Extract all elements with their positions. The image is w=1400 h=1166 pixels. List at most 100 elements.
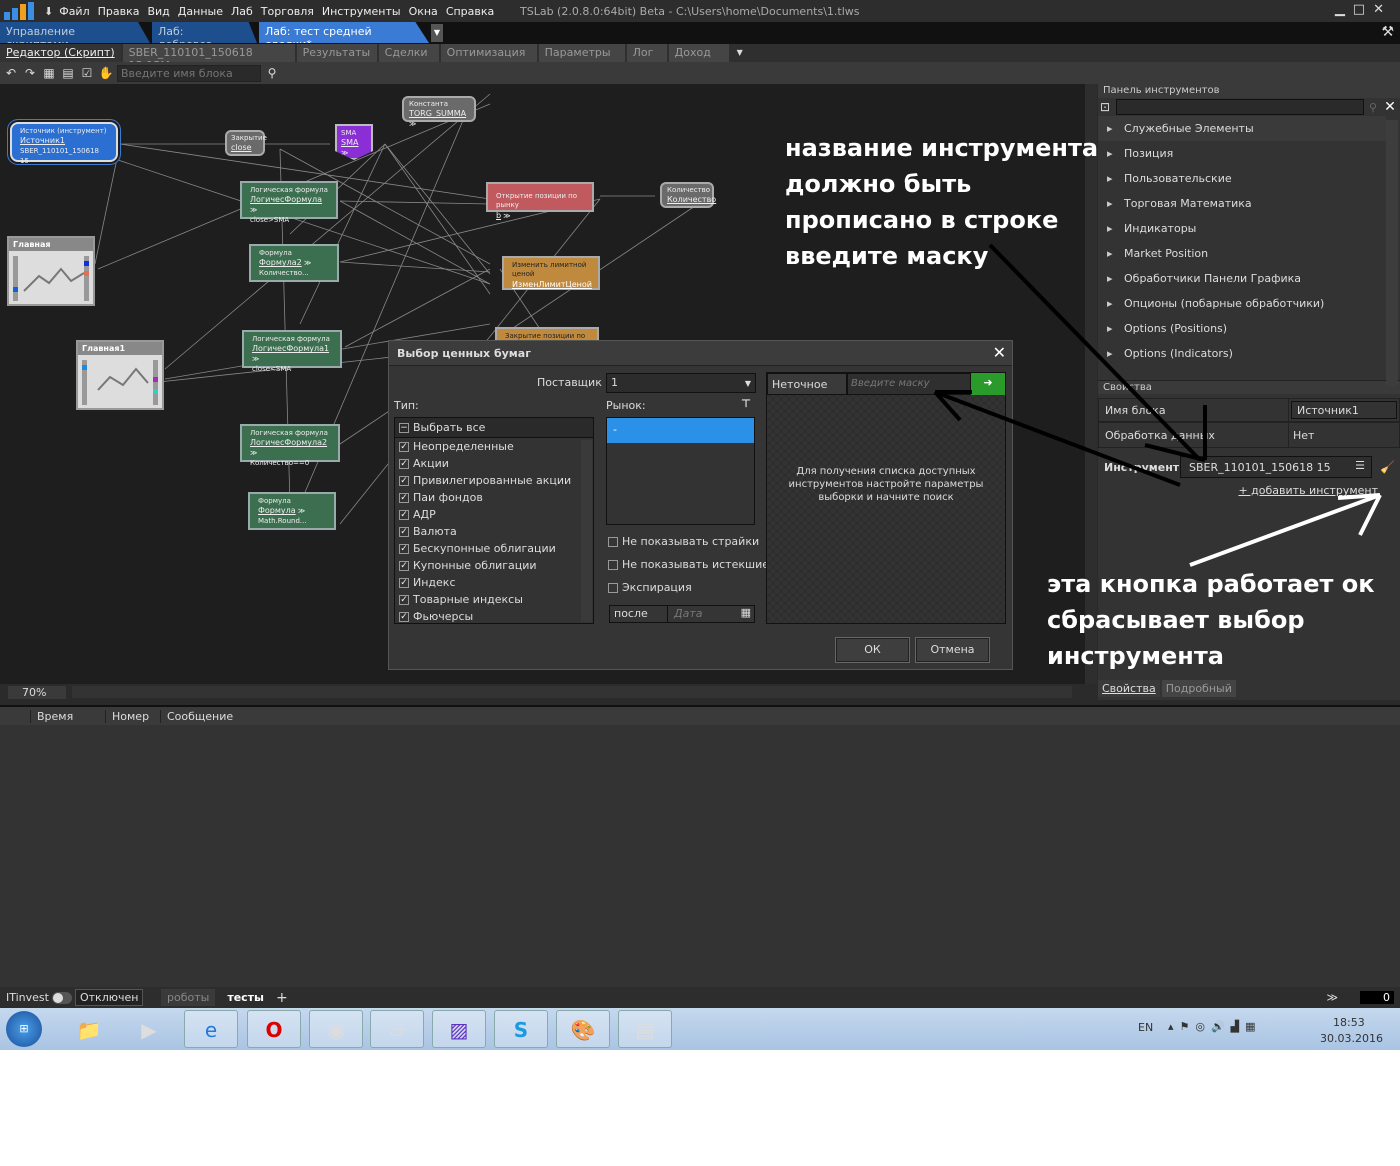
notepad-icon[interactable]: ▱ [370,1010,424,1048]
subtab-deals[interactable]: Сделки [378,44,439,62]
tab-lab-dobrovoz[interactable]: Лаб: добровоз [152,22,257,43]
column-time[interactable]: Время [30,709,105,723]
subtab-chart[interactable]: SBER_110101_150618 15:15M [122,44,295,72]
type-checkbox[interactable]: ✓ Бескупонные облигации [395,540,593,557]
clock-time[interactable]: 18:53 [1333,1016,1365,1029]
node-formula[interactable]: Формула Формула ≫ Math.Round... [248,492,336,530]
tab-detailed[interactable]: Подробный [1161,680,1236,697]
tree-item-chart-handlers[interactable]: Обработчики Панели Графика [1098,266,1386,291]
type-checkbox[interactable]: ✓ Акции [395,455,593,472]
select-all-checkbox[interactable]: − Выбрать все [395,418,593,438]
list-icon[interactable]: ☰ [1355,459,1365,472]
node-logic-formula[interactable]: Логическая формула ЛогичесФормула ≫ close>… [240,181,338,224]
instrument-field[interactable]: SBER_110101_150618 15 ☰ [1180,456,1372,478]
menu-help[interactable]: Справка [446,5,494,18]
menu-view[interactable]: Вид [147,5,169,18]
date-input[interactable]: Дата [668,606,738,622]
type-checkbox[interactable]: ✓ Неопределенные [395,438,593,455]
undo-icon[interactable]: ↶ [3,65,19,81]
tray-icons[interactable]: ▴⚑◎🔊▟▦ [1168,1020,1262,1033]
menu-windows[interactable]: Окна [409,5,438,18]
menu-lab[interactable]: Лаб [231,5,253,18]
add-tab-button[interactable]: + [276,990,288,1006]
subtab-parameters[interactable]: Параметры [538,44,625,62]
window-controls[interactable]: ▁□✕ [1335,2,1392,17]
menu-file[interactable]: Файл [59,5,89,18]
redo-icon[interactable]: ↷ [22,65,38,81]
tree-item-custom[interactable]: Пользовательские [1098,166,1386,191]
tab-robots[interactable]: роботы [160,989,216,1006]
save-icon[interactable]: ⬇ [44,5,53,18]
tree-item-market-position[interactable]: Market Position [1098,241,1386,266]
start-button[interactable]: ⊞ [6,1011,42,1047]
node-logic-formula2[interactable]: Логическая формула ЛогичесФормула2 ≫ Колич… [240,424,340,467]
subtab-editor[interactable]: Редактор (Скрипт) [0,44,121,62]
connection-toggle[interactable] [51,991,72,1004]
subtab-optimization[interactable]: Оптимизация [440,44,537,62]
type-checkbox[interactable]: ✓ Товарные индексы [395,591,593,608]
ie-icon[interactable]: e [184,1010,238,1048]
toolpanel-search-input[interactable] [1116,99,1364,115]
chrome-icon[interactable]: ◉ [309,1010,363,1048]
block-name-input[interactable]: Источник1 [1291,401,1397,419]
type-checkbox[interactable]: ✓ Паи фондов [395,489,593,506]
select-all-icon[interactable]: ▦ [41,65,57,81]
no-expired-checkbox[interactable]: Не показывать истекшие [604,556,769,573]
type-checkbox[interactable]: ✓ Купонные облигации [395,557,593,574]
type-checkbox[interactable]: ✓ Валюта [395,523,593,540]
type-checkbox[interactable]: ✓ АДР [395,506,593,523]
clear-instrument-broom-icon[interactable]: 🧹 [1380,460,1395,474]
node-open-position[interactable]: Открытие позиции по рынку b ≫ [486,182,594,220]
add-instrument-link[interactable]: + добавить инструмент [1098,484,1400,497]
media-player-icon[interactable]: ▶ [122,1010,176,1048]
ok-button[interactable]: ОК [835,637,910,663]
clear-search-icon[interactable]: ✕ [1382,99,1398,115]
collapse-icon[interactable]: ≫ [1326,991,1338,1004]
expand-icon[interactable]: ⊡ [1100,100,1116,114]
search-icon[interactable]: ⚲ [1364,101,1382,114]
subtab-income[interactable]: Доход [668,44,729,62]
node-logic-formula1[interactable]: Логическая формула ЛогичесФормула1 ≫ close… [242,330,342,373]
checklist-icon[interactable]: ☑ [79,65,95,81]
tree-item-options-bar[interactable]: Опционы (побарные обработчики) [1098,291,1386,316]
node-constant[interactable]: Константа TORG_SUMMA ≫ [402,96,476,128]
tslab-icon[interactable]: ▨ [432,1010,486,1048]
paint-icon[interactable]: 🎨 [556,1010,610,1048]
opera-icon[interactable]: O [247,1010,301,1048]
node-close[interactable]: Закрытие close [225,130,267,156]
processing-value[interactable]: Нет [1289,423,1318,447]
zoom-select[interactable]: 70% [8,685,66,699]
menu-trading[interactable]: Торговля [261,5,314,18]
type-list-scrollbar[interactable] [581,440,592,622]
dialog-close-icon[interactable]: ✕ [993,343,1006,362]
language-indicator[interactable]: EN [1138,1021,1153,1034]
block-search-input[interactable] [117,64,261,82]
menu-data[interactable]: Данные [178,5,223,18]
hand-icon[interactable]: ✋ [98,65,114,81]
filter-icon[interactable]: ⊤ [741,397,751,410]
subtab-log[interactable]: Лог [626,44,667,62]
node-quantity[interactable]: Количество Количество [660,182,716,208]
search-go-button[interactable]: ➜ [971,373,1005,395]
tab-script-manager[interactable]: Управление скриптами [0,22,150,43]
tree-item-trading-math[interactable]: Торговая Математика [1098,191,1386,216]
clock-date[interactable]: 30.03.2016 [1320,1032,1383,1045]
menu-tools[interactable]: Инструменты [322,5,401,18]
column-message[interactable]: Сообщение [160,709,1400,723]
chart-node-main1[interactable]: Главная1 [76,340,164,410]
search-icon[interactable]: ⚲ [264,65,280,81]
subtabs-dropdown-icon[interactable]: ▼ [737,44,743,62]
expiration-checkbox[interactable]: Экспирация [604,579,692,596]
tree-item-options-indicators[interactable]: Options (Indicators) [1098,341,1386,366]
tree-item-options[interactable]: Опционы [1098,366,1386,374]
tabs-dropdown-button[interactable]: ▼ [431,24,443,42]
type-checkbox[interactable]: ✓ Фьючерсы [395,608,593,623]
after-select[interactable]: после [610,606,668,622]
toolpanel-scrollbar[interactable] [1386,120,1398,386]
match-mode-select[interactable]: Неточное [767,373,847,395]
no-strikes-checkbox[interactable]: Не показывать страйки [604,533,759,550]
provider-select[interactable]: 1 ▼ [606,373,756,393]
mask-input[interactable]: Введите маску [847,373,971,395]
node-formula2[interactable]: Формула Формула2 ≫ Количество... [249,244,339,282]
tree-item-options-positions[interactable]: Options (Positions) [1098,316,1386,341]
